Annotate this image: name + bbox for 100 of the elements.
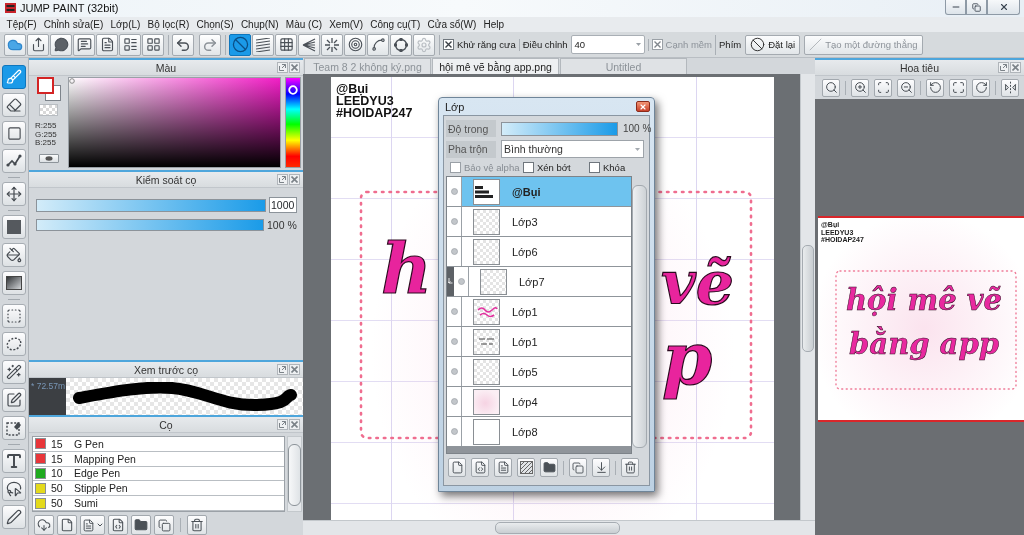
layer-row[interactable]: Lớp1 — [447, 327, 631, 357]
vanishing-ruler-button[interactable] — [298, 33, 320, 56]
layer-row[interactable]: Lớp7 — [447, 267, 631, 297]
menu-item[interactable]: Chụp(N) — [237, 17, 283, 32]
tone-layer-button[interactable] — [517, 458, 535, 477]
menu-item[interactable]: Tệp(F) — [3, 17, 41, 32]
eraser-tool-button[interactable] — [2, 93, 26, 117]
rotate-left-button[interactable] — [926, 78, 944, 97]
layout-button[interactable] — [142, 33, 164, 56]
polyline-tool-button[interactable] — [2, 149, 26, 173]
select-eraser-tool-button[interactable] — [2, 416, 26, 440]
message-button[interactable] — [73, 33, 95, 56]
ellipse-ruler-button[interactable] — [390, 33, 412, 56]
brush-file-menu-button[interactable] — [80, 515, 105, 535]
rectangle-tool-button[interactable] — [2, 121, 26, 145]
text-tool-button[interactable] — [2, 449, 26, 473]
layer-row[interactable]: Lớp1 — [447, 297, 631, 327]
lasso-tool-button[interactable] — [2, 332, 26, 356]
undock-button[interactable] — [277, 62, 288, 73]
menu-item[interactable]: Help — [480, 17, 508, 32]
grid-ruler-button[interactable] — [275, 33, 297, 56]
zoom-out-button[interactable] — [897, 78, 915, 97]
foreground-background-swatch-icon[interactable] — [36, 77, 61, 101]
vertical-scrollbar[interactable] — [632, 185, 647, 448]
menu-item[interactable]: Xem(V) — [325, 17, 367, 32]
layer-option-checkbox[interactable]: Xén bớt — [523, 162, 584, 173]
select-pen-tool-button[interactable] — [2, 388, 26, 412]
adjust-field[interactable]: 40 — [570, 35, 645, 54]
menu-item[interactable]: Lớp(L) — [106, 17, 144, 32]
magic-wand-tool-button[interactable] — [2, 360, 26, 384]
visibility-dot-icon[interactable] — [450, 428, 458, 435]
new-brush-button[interactable] — [57, 515, 77, 535]
visibility-dot-icon[interactable] — [450, 218, 458, 225]
parallel-ruler-button[interactable] — [252, 33, 274, 56]
visibility-dot-icon[interactable] — [450, 248, 458, 255]
blend-mode-select[interactable]: Bình thường — [501, 140, 644, 158]
layer-option-checkbox[interactable]: Khóa — [589, 162, 639, 173]
scrollbar-thumb[interactable] — [495, 522, 620, 534]
menu-item[interactable]: Bộ lọc(R) — [143, 17, 193, 32]
menu-item[interactable]: Cửa sổ(W) — [423, 17, 480, 32]
rectangle-select-tool-button[interactable] — [2, 304, 26, 328]
layer-folder-button[interactable] — [540, 458, 558, 477]
layer-row[interactable]: Lớp8 — [447, 417, 631, 447]
curve-ruler-button[interactable] — [367, 33, 389, 56]
concentric-ruler-button[interactable] — [344, 33, 366, 56]
undo-button[interactable] — [172, 33, 194, 56]
brush-item[interactable]: 50 Stipple Pen — [33, 481, 284, 497]
cloud-button[interactable] — [4, 33, 26, 56]
comment-button[interactable] — [50, 33, 72, 56]
layer-row[interactable]: Lớp6 — [447, 237, 631, 267]
reset-button[interactable]: Đặt lại — [745, 34, 801, 55]
brush-size-field[interactable]: 1000 — [269, 197, 297, 213]
radial-ruler-button[interactable] — [321, 33, 343, 56]
new-layer-button[interactable] — [448, 458, 466, 477]
pen-tool-button[interactable] — [2, 505, 26, 529]
share-button[interactable] — [27, 33, 49, 56]
zoom-in-button[interactable] — [851, 78, 869, 97]
list-button[interactable] — [119, 33, 141, 56]
actual-size-button[interactable] — [822, 78, 840, 97]
duplicate-button[interactable] — [154, 515, 174, 535]
delete-layer-button[interactable] — [621, 458, 639, 477]
fit-page-button[interactable] — [949, 78, 967, 97]
paint-bucket-tool-button[interactable] — [2, 243, 26, 267]
new-color-layer-button[interactable] — [471, 458, 489, 477]
visibility-dot-icon[interactable] — [450, 188, 458, 195]
vertical-scrollbar[interactable] — [287, 436, 302, 512]
gradient-tool-button[interactable] — [2, 271, 26, 295]
menu-item[interactable]: Chọn(S) — [192, 17, 238, 32]
brush-opacity-slider[interactable] — [36, 219, 264, 231]
hue-handle-icon[interactable] — [288, 85, 298, 96]
antialias-checkbox[interactable]: Khử răng cưa — [443, 39, 516, 50]
menu-item[interactable]: Màu (C) — [282, 17, 326, 32]
visibility-dot-icon[interactable] — [450, 368, 458, 375]
vertical-scrollbar[interactable] — [800, 74, 815, 520]
filled-rectangle-tool-button[interactable] — [2, 215, 26, 239]
layer-opacity-slider[interactable] — [501, 121, 618, 136]
layer-row[interactable]: Lớp4 — [447, 387, 631, 417]
new-mono-layer-button[interactable] — [494, 458, 512, 477]
fit-view-button[interactable] — [874, 78, 892, 97]
duplicate-layer-button[interactable] — [569, 458, 587, 477]
undock-button[interactable] — [277, 419, 288, 430]
delete-button[interactable] — [187, 515, 207, 535]
brush-item[interactable]: 50 Sumi — [33, 496, 284, 511]
undock-button[interactable] — [277, 364, 288, 375]
menu-item[interactable]: Chỉnh sửa(E) — [40, 17, 107, 32]
preview-toggle-button[interactable] — [38, 153, 59, 163]
saturation-value-picker[interactable] — [68, 77, 281, 168]
brush-item[interactable]: 15 G Pen — [33, 437, 284, 452]
no-ruler-button[interactable] — [229, 33, 251, 56]
undock-button[interactable] — [998, 62, 1009, 73]
layer-row[interactable]: Lớp3 — [447, 207, 631, 237]
folder-button[interactable] — [131, 515, 151, 535]
visibility-dot-icon[interactable] — [450, 398, 458, 405]
hue-slider[interactable] — [285, 77, 301, 168]
document-tab[interactable]: hội mê vẽ bằng app.png — [432, 58, 559, 74]
move-tool-button[interactable] — [2, 182, 26, 206]
visibility-dot-icon[interactable] — [450, 338, 458, 345]
close-window-button[interactable] — [987, 0, 1020, 15]
layer-row[interactable]: Lớp5 — [447, 357, 631, 387]
rotate-right-button[interactable] — [972, 78, 990, 97]
